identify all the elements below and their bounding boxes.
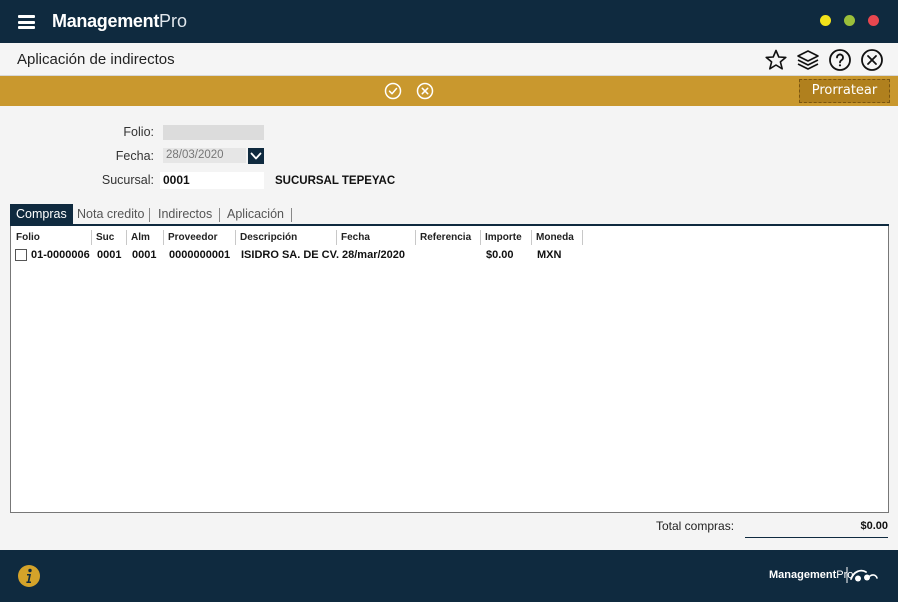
folio-field[interactable] — [163, 125, 264, 140]
menu-icon[interactable] — [18, 15, 35, 29]
sucursal-label: Sucursal: — [101, 173, 154, 187]
compras-table: Folio Suc Alm Proveedor Descripción Fech… — [10, 226, 889, 513]
chevron-down-icon[interactable] — [248, 148, 264, 164]
tab-nota-credito[interactable]: Nota credito — [77, 204, 144, 225]
cell-moneda: MXN — [537, 249, 562, 261]
cancel-circle-icon[interactable] — [416, 82, 434, 100]
table-header: Folio Suc Alm Proveedor Descripción Fech… — [11, 230, 888, 245]
column-header-fecha[interactable]: Fecha — [337, 230, 416, 245]
column-header-importe[interactable]: Importe — [481, 230, 532, 245]
total-underline — [745, 537, 888, 538]
column-header-alm[interactable]: Alm — [127, 230, 164, 245]
fecha-label: Fecha: — [115, 149, 154, 163]
row-checkbox[interactable] — [15, 249, 27, 261]
cell-fecha: 28/mar/2020 — [342, 249, 405, 261]
cell-alm: 0001 — [132, 249, 157, 261]
cell-suc: 0001 — [97, 249, 122, 261]
sucursal-field[interactable]: 0001 — [160, 172, 264, 189]
cell-importe: $0.00 — [486, 249, 514, 261]
info-icon[interactable] — [17, 564, 41, 588]
tab-separator — [149, 208, 150, 222]
brand-logo-icon — [846, 567, 878, 583]
cell-proveedor: 0000000001 — [169, 249, 231, 261]
folio-label: Folio: — [123, 125, 154, 139]
column-header-moneda[interactable]: Moneda — [532, 230, 583, 245]
star-icon[interactable] — [764, 48, 788, 72]
tab-separator — [291, 208, 292, 222]
window-close-button[interactable] — [868, 15, 879, 26]
tab-compras[interactable]: Compras — [10, 204, 73, 225]
cell-descripcion: ISIDRO SA. DE CV. — [241, 249, 340, 261]
prorratear-button[interactable]: Prorratear — [799, 79, 890, 103]
footer-brand: ManagementPro — [769, 569, 854, 581]
tab-aplicacion[interactable]: Aplicación — [227, 204, 284, 225]
page-title: Aplicación de indirectos — [17, 51, 175, 68]
fecha-field[interactable]: 28/03/2020 — [163, 148, 246, 163]
total-compras-label: Total compras: — [656, 519, 735, 533]
tab-indirectos[interactable]: Indirectos — [158, 204, 212, 225]
column-header-proveedor[interactable]: Proveedor — [164, 230, 236, 245]
app-title: ManagementPro — [52, 11, 188, 31]
maximize-button[interactable] — [844, 15, 855, 26]
footer-bar: ManagementPro — [0, 550, 898, 602]
action-bar: Prorratear — [0, 76, 898, 106]
column-header-referencia[interactable]: Referencia — [416, 230, 481, 245]
layers-icon[interactable] — [796, 48, 820, 72]
total-compras-value: $0.00 — [860, 520, 888, 532]
title-bar: ManagementPro — [0, 0, 898, 43]
column-header-folio[interactable]: Folio — [12, 230, 92, 245]
minimize-button[interactable] — [820, 15, 831, 26]
help-icon[interactable] — [828, 48, 852, 72]
sucursal-name: SUCURSAL TEPEYAC — [275, 175, 396, 187]
tab-separator — [219, 208, 220, 222]
table-row[interactable]: 01-0000006 0001 0001 0000000001 ISIDRO S… — [11, 247, 888, 264]
cell-folio: 01-0000006 — [31, 249, 90, 261]
column-header-suc[interactable]: Suc — [92, 230, 127, 245]
close-icon[interactable] — [860, 48, 884, 72]
check-circle-icon[interactable] — [384, 82, 402, 100]
column-header-descripcion[interactable]: Descripción — [236, 230, 337, 245]
page-header: Aplicación de indirectos — [0, 43, 898, 76]
